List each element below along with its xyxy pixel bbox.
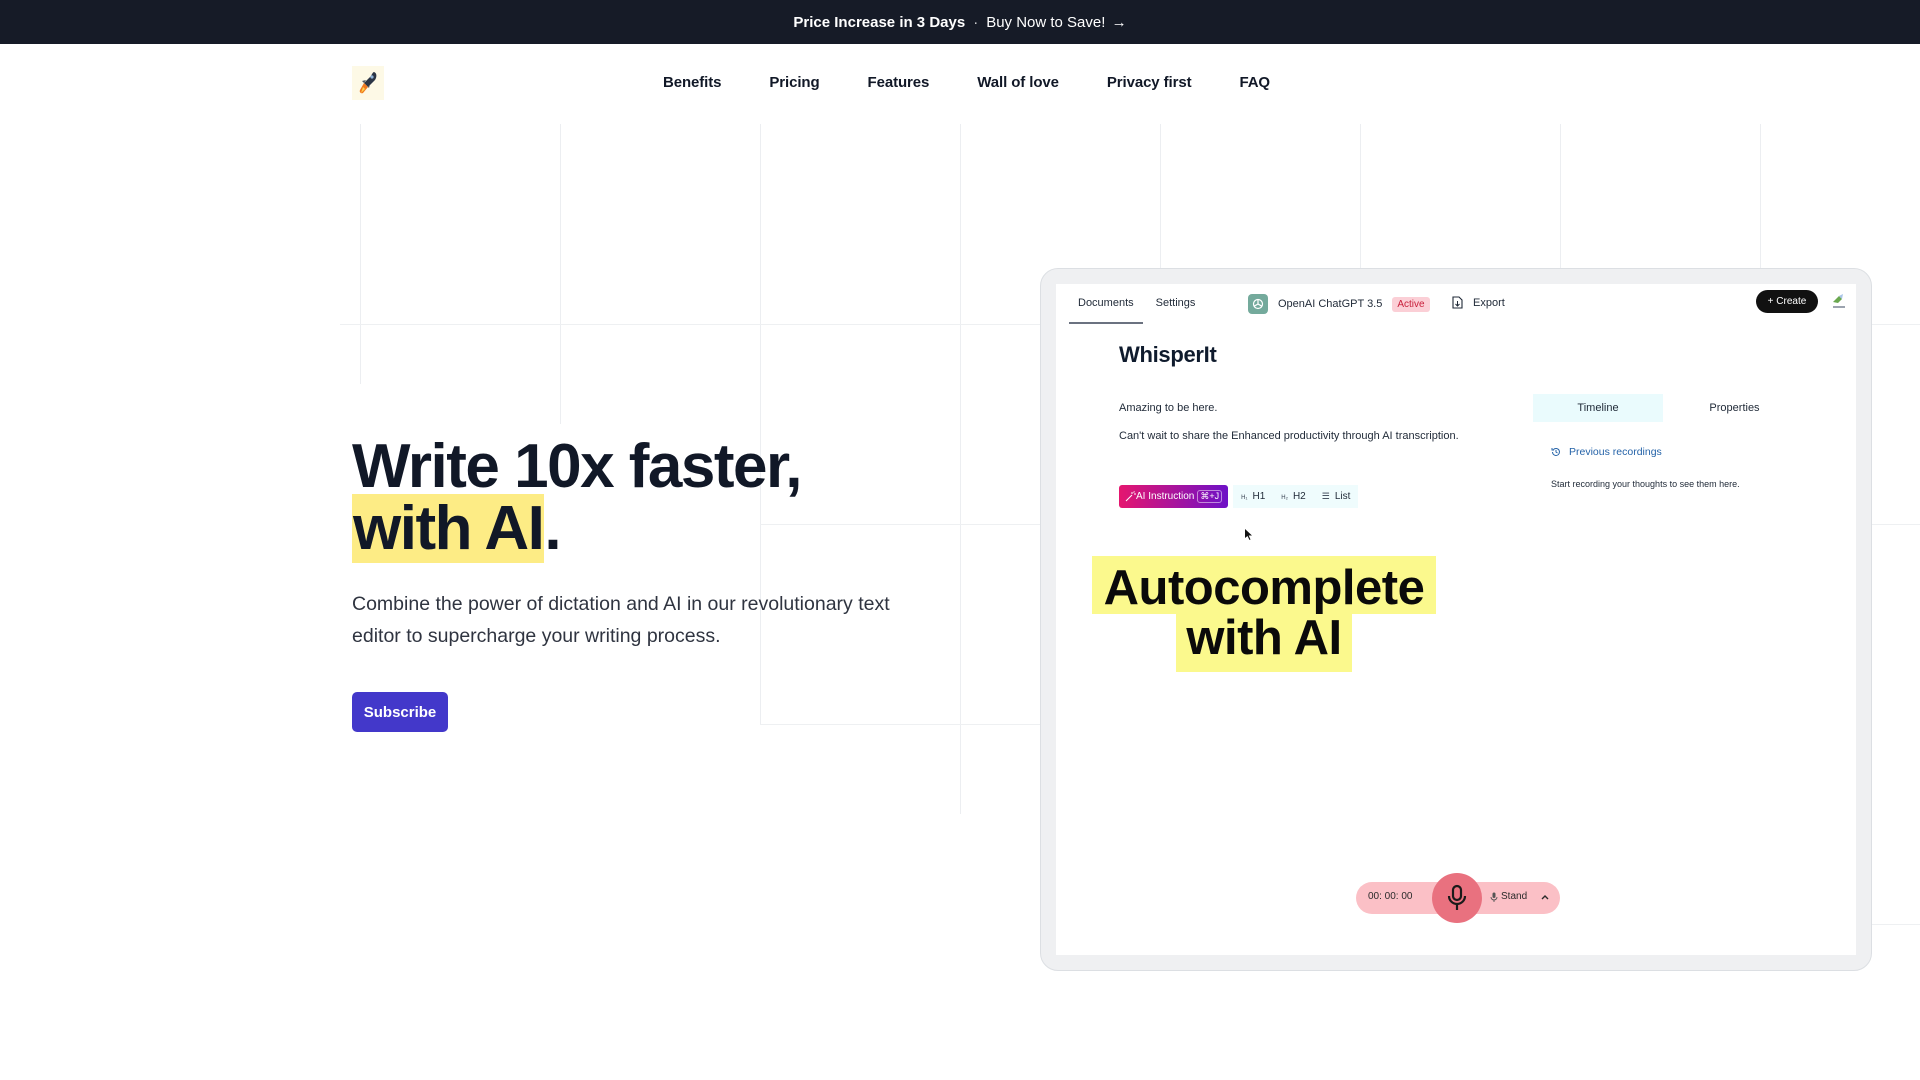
announcement-bar: Price Increase in 3 Days · Buy Now to Sa… (0, 0, 1920, 44)
grid-line (1360, 124, 1361, 269)
nav-link-features[interactable]: Features (868, 74, 930, 91)
heading2-icon: H₂ (1281, 495, 1288, 501)
hero-title-line1: Write 10x faster, (352, 432, 802, 501)
announcement-headline: Price Increase in 3 Days (793, 13, 966, 31)
nav-link-privacy-first[interactable]: Privacy first (1107, 74, 1192, 91)
tab-timeline[interactable]: Timeline (1533, 394, 1663, 422)
list-label: List (1334, 491, 1351, 502)
mouse-cursor-icon (1245, 529, 1252, 540)
nav-link-benefits[interactable]: Benefits (663, 74, 721, 91)
app-tabs: Documents Settings (1069, 284, 1204, 324)
heading1-icon: H₁ (1241, 495, 1248, 501)
grid-line (560, 124, 561, 424)
grid-line (760, 724, 1040, 725)
record-button[interactable] (1432, 873, 1482, 923)
document-paragraph[interactable]: Can't wait to share the Enhanced product… (1119, 430, 1459, 442)
document-paragraph[interactable]: Amazing to be here. (1119, 402, 1217, 414)
create-button[interactable]: + Create (1756, 290, 1818, 313)
hero-subtitle: Combine the power of dictation and AI in… (352, 593, 890, 647)
model-name: OpenAI ChatGPT 3.5 (1278, 298, 1383, 310)
logo[interactable] (352, 66, 384, 100)
tab-documents[interactable]: Documents (1069, 284, 1143, 324)
chevron-up-icon[interactable] (1540, 890, 1550, 904)
buy-now-label: Buy Now to Save! (986, 13, 1106, 31)
list-icon: ☰ (1321, 491, 1330, 501)
editor-toolbar: AI Instruction ⌘+J H₁ H1 H₂ H2 ☰ List (1119, 485, 1359, 508)
main-nav: Benefits Pricing Features Wall of love P… (0, 44, 1920, 124)
grid-line (1760, 124, 1761, 269)
export-label: Export (1473, 296, 1505, 309)
status-badge: Active (1392, 296, 1430, 312)
rocket-icon (359, 72, 377, 94)
recording-timer: 00: 00: 00 (1368, 891, 1413, 902)
broken-image-icon (1833, 294, 1845, 308)
timeline-empty-hint: Start recording your thoughts to see the… (1551, 479, 1740, 489)
nav-link-faq[interactable]: FAQ (1239, 74, 1270, 91)
export-button[interactable]: Export (1452, 296, 1505, 309)
h1-label: H1 (1252, 491, 1266, 502)
nav-link-wall-of-love[interactable]: Wall of love (977, 74, 1059, 91)
tab-settings[interactable]: Settings (1147, 284, 1205, 324)
hero-title: Write 10x faster, with AI. (352, 436, 802, 563)
document-title[interactable]: WhisperIt (1119, 342, 1217, 368)
autocomplete-caption: Autocomplete with AI (1064, 556, 1464, 672)
list-button[interactable]: ☰ List (1322, 491, 1351, 502)
grid-line (1160, 124, 1161, 269)
nav-link-pricing[interactable]: Pricing (769, 74, 819, 91)
avatar[interactable] (1830, 292, 1848, 312)
ai-instruction-label: AI Instruction (1136, 491, 1195, 502)
caption-line1: Autocomplete (1091, 556, 1437, 614)
grid-line (1872, 524, 1920, 525)
format-buttons: H₁ H1 H₂ H2 ☰ List (1233, 485, 1359, 508)
grid-line (1872, 924, 1920, 925)
hero-title-highlight: with AI (352, 494, 545, 563)
model-selector[interactable]: OpenAI ChatGPT 3.5 Active (1248, 294, 1430, 314)
recorder-bar: 00: 00: 00 Stand (1356, 873, 1560, 923)
hero-title-period: . (544, 494, 561, 563)
arrow-right-icon: → (1111, 13, 1127, 31)
tab-properties[interactable]: Properties (1663, 394, 1806, 422)
announcement-separator: · (973, 13, 979, 31)
h2-button[interactable]: H₂ H2 (1281, 491, 1305, 502)
grid-line (340, 324, 1040, 325)
grid-line (1872, 324, 1920, 325)
openai-icon (1248, 294, 1268, 314)
h2-label: H2 (1292, 491, 1306, 502)
small-mic-icon (1490, 892, 1498, 902)
grid-line (760, 524, 1040, 525)
caption-line2: with AI (1176, 614, 1352, 672)
previous-recordings-link[interactable]: Previous recordings (1551, 446, 1662, 458)
grid-line (960, 124, 961, 814)
magic-wand-icon (1125, 491, 1136, 502)
subscribe-button[interactable]: Subscribe (352, 692, 448, 732)
grid-line (1560, 124, 1561, 269)
side-panel-tabs: Timeline Properties (1533, 394, 1806, 422)
mode-selector[interactable]: Stand (1490, 891, 1527, 902)
mode-label: Stand (1501, 891, 1528, 902)
previous-recordings-label: Previous recordings (1569, 446, 1662, 458)
microphone-icon (1447, 884, 1467, 910)
buy-now-link[interactable]: Buy Now to Save! → (986, 14, 1126, 31)
grid-line (360, 124, 361, 384)
file-export-icon (1452, 296, 1463, 309)
ai-instruction-shortcut: ⌘+J (1197, 490, 1223, 503)
h1-button[interactable]: H₁ H1 (1241, 491, 1265, 502)
nav-links: Benefits Pricing Features Wall of love P… (663, 74, 1270, 91)
history-icon (1551, 447, 1560, 456)
ai-instruction-button[interactable]: AI Instruction ⌘+J (1119, 485, 1229, 508)
